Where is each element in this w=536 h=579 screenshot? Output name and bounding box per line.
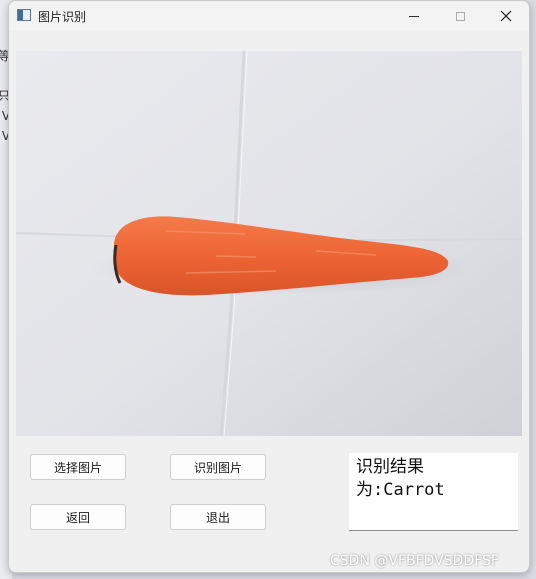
close-button[interactable] [483,1,529,31]
app-window: 图片识别 选择图片 识别图片 返回 退出 识别结果 为:Carrot [8,0,530,573]
maximize-button[interactable] [437,1,483,31]
window-title: 图片识别 [38,10,87,24]
carrot-photo [16,51,522,436]
back-button[interactable]: 返回 [30,504,126,530]
minimize-button[interactable] [391,1,437,31]
result-text-area[interactable]: 识别结果 为:Carrot [349,453,518,531]
result-line-2: 为:Carrot [356,480,445,500]
close-icon [500,10,512,22]
exit-button[interactable]: 退出 [170,504,266,530]
app-icon [17,9,31,21]
select-image-button[interactable]: 选择图片 [30,454,126,480]
recognize-image-button[interactable]: 识别图片 [170,454,266,480]
result-line-1: 识别结果 [356,457,424,477]
title-bar[interactable]: 图片识别 [9,1,529,31]
maximize-icon [455,11,465,21]
minimize-icon [409,15,419,17]
image-preview [16,51,522,436]
watermark: CSDN @VFBFDVSDDFSF [330,553,499,569]
